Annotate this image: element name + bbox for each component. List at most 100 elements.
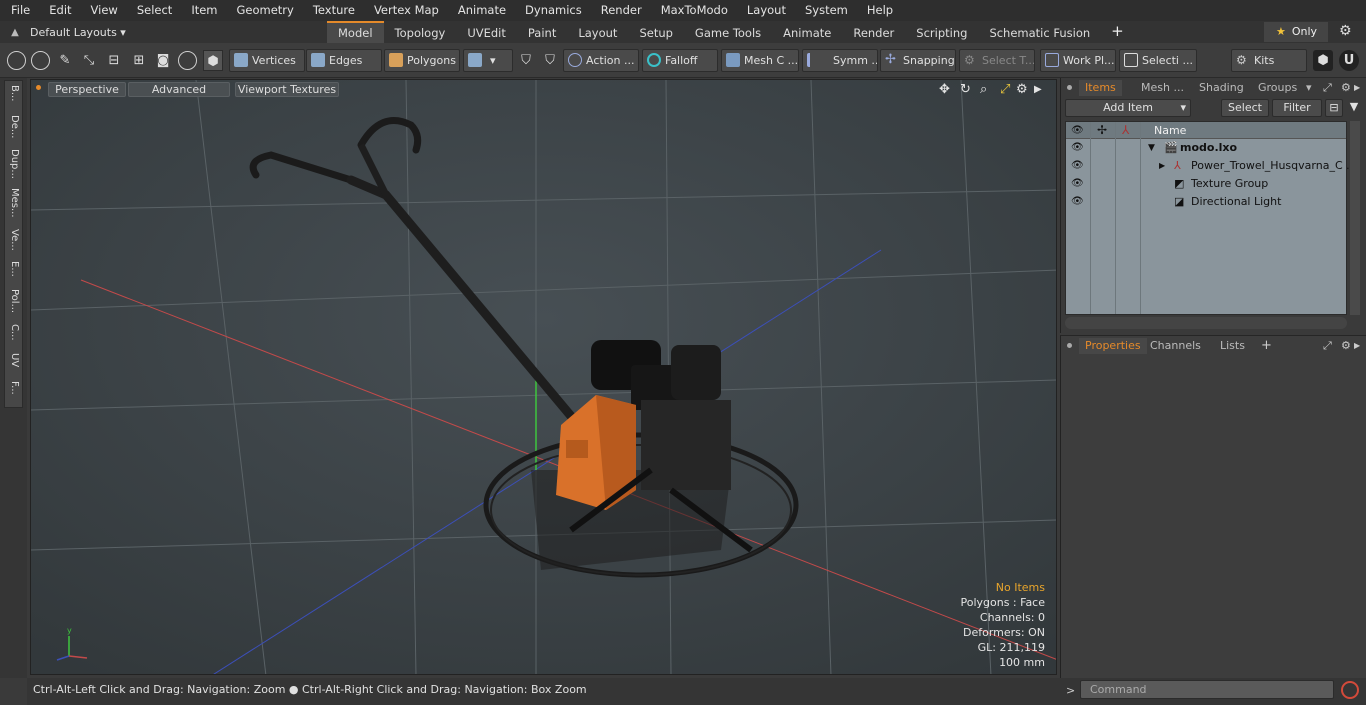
viewport-textures-dropdown[interactable]: Viewport Textures	[235, 82, 339, 97]
maximize-view-icon[interactable]: ⤢	[1000, 82, 1010, 97]
vertices-button[interactable]: Vertices	[229, 49, 305, 72]
viewport-more-icon[interactable]: ▶	[1034, 84, 1042, 95]
tab-shading[interactable]: Shading	[1199, 80, 1244, 96]
menu-view[interactable]: View	[80, 0, 126, 21]
brush-icon[interactable]: ⤡	[79, 50, 99, 71]
visibility-eye-icon[interactable]: 👁	[1071, 197, 1084, 207]
perspective-dropdown[interactable]: Perspective	[48, 82, 126, 97]
add-tab-icon[interactable]: +	[1101, 21, 1134, 43]
tab-items[interactable]: Items	[1079, 80, 1122, 96]
mesh-constraint-button[interactable]: Mesh C ...	[721, 49, 799, 72]
advanced-dropdown[interactable]: Advanced	[128, 82, 230, 97]
left-tab-polygon[interactable]: Pol...	[8, 289, 20, 313]
panel-gear-icon[interactable]: ⚙	[1341, 338, 1351, 354]
menu-render[interactable]: Render	[590, 0, 650, 21]
center-icon[interactable]: ⊞	[129, 50, 149, 71]
globe-icon[interactable]	[31, 51, 50, 70]
select-through-button[interactable]: ⚙ Select T...	[959, 49, 1035, 72]
add-item-button[interactable]: Add Item ▾	[1065, 99, 1191, 117]
kits-button[interactable]: ⚙ Kits	[1231, 49, 1307, 72]
tab-lists[interactable]: Lists	[1220, 338, 1245, 354]
menu-geometry[interactable]: Geometry	[226, 0, 302, 21]
tab-topology[interactable]: Topology	[384, 21, 457, 43]
tab-model[interactable]: Model	[327, 21, 384, 43]
visibility-eye-icon[interactable]: 👁	[1071, 161, 1084, 171]
collapsed-arrow-icon[interactable]: ▶	[1159, 157, 1165, 175]
menu-layout[interactable]: Layout	[736, 0, 794, 21]
select-circle-icon[interactable]	[7, 51, 26, 70]
cube-mode-icon[interactable]: ⬢	[203, 50, 223, 71]
tab-layout[interactable]: Layout	[567, 21, 628, 43]
panel-more-icon[interactable]: ▶	[1354, 338, 1360, 354]
locator-header-icon[interactable]: ⅄	[1122, 123, 1129, 137]
symmetry-button[interactable]: Symm ...	[802, 49, 878, 72]
pen-icon[interactable]: ✎	[55, 50, 75, 71]
zoom-view-icon[interactable]: ⌕	[980, 82, 987, 97]
command-input[interactable]: Command	[1080, 680, 1334, 699]
tab-mesh[interactable]: Mesh ...	[1141, 80, 1184, 96]
rotate-view-icon[interactable]: ↻	[960, 82, 971, 97]
panel-gear-icon[interactable]: ⚙	[1341, 80, 1351, 96]
items-horizontal-scrollbar[interactable]	[1065, 317, 1347, 329]
visibility-eye-icon[interactable]: 👁	[1071, 179, 1084, 189]
menu-file[interactable]: File	[0, 0, 38, 21]
snapping-button[interactable]: ✢ Snapping	[880, 49, 956, 72]
tab-properties[interactable]: Properties	[1079, 338, 1147, 354]
select-button[interactable]: Select	[1221, 99, 1269, 117]
funnel-icon[interactable]: ▼	[1345, 99, 1363, 117]
tab-groups[interactable]: Groups	[1258, 80, 1297, 96]
menu-edit[interactable]: Edit	[38, 0, 79, 21]
left-tab-curve[interactable]: C...	[8, 324, 20, 341]
item-mode-dropdown[interactable]: ▾	[463, 49, 513, 72]
visibility-header-icon[interactable]: 👁	[1071, 125, 1084, 136]
list-item[interactable]: 👁 ◪ Directional Light	[1066, 193, 1346, 211]
3d-viewport[interactable]: y Perspective Advanced Viewport Textures…	[30, 79, 1057, 675]
align-icon[interactable]: ⊟	[104, 50, 124, 71]
panel-dot-icon[interactable]	[1067, 85, 1072, 90]
panel-expand-icon[interactable]: ⤢	[1323, 338, 1332, 354]
name-column-header[interactable]: Name	[1154, 124, 1186, 137]
menu-system[interactable]: System	[794, 0, 856, 21]
symmetry-shield-icon[interactable]: ⛉	[516, 50, 536, 71]
list-item[interactable]: 👁 ◩ Texture Group	[1066, 175, 1346, 193]
menu-vertex-map[interactable]: Vertex Map	[363, 0, 447, 21]
move-view-icon[interactable]: ✥	[939, 82, 950, 97]
menu-dynamics[interactable]: Dynamics	[514, 0, 590, 21]
collapse-up-icon[interactable]: ▲	[0, 27, 30, 38]
only-toggle[interactable]: ★ Only	[1264, 22, 1328, 42]
tab-setup[interactable]: Setup	[628, 21, 683, 43]
menu-item[interactable]: Item	[180, 0, 225, 21]
action-center-button[interactable]: Action ...	[563, 49, 639, 72]
gear-icon[interactable]: ⚙	[1339, 23, 1352, 39]
sphere-icon[interactable]	[178, 51, 197, 70]
menu-maxtomodo[interactable]: MaxToModo	[650, 0, 736, 21]
viewport-dot-icon[interactable]	[36, 85, 41, 90]
left-tab-duplicate[interactable]: Dup...	[8, 149, 20, 179]
tab-paint[interactable]: Paint	[517, 21, 567, 43]
tab-animate[interactable]: Animate	[772, 21, 842, 43]
filter-button[interactable]: Filter	[1272, 99, 1322, 117]
shield-icon[interactable]: ⛉	[540, 50, 560, 71]
viewport-settings-icon[interactable]: ⚙	[1016, 82, 1028, 97]
visibility-eye-icon[interactable]: 👁	[1071, 143, 1084, 153]
expand-arrow-icon[interactable]: ▼	[1148, 139, 1155, 157]
command-arrow-icon[interactable]: >	[1066, 684, 1075, 697]
tab-render[interactable]: Render	[842, 21, 905, 43]
polygons-button[interactable]: Polygons	[384, 49, 460, 72]
unreal-icon[interactable]: U	[1339, 50, 1359, 71]
default-layouts-dropdown[interactable]: Default Layouts ▾	[30, 26, 130, 39]
menu-animate[interactable]: Animate	[447, 0, 514, 21]
edges-button[interactable]: Edges	[306, 49, 382, 72]
tab-channels[interactable]: Channels	[1150, 338, 1201, 354]
add-panel-tab-icon[interactable]: +	[1261, 338, 1272, 354]
left-tab-vertex[interactable]: Ve...	[8, 229, 20, 251]
tab-game-tools[interactable]: Game Tools	[684, 21, 772, 43]
menu-select[interactable]: Select	[126, 0, 180, 21]
panel-menu-icon[interactable]: ▾	[1306, 80, 1312, 96]
selection-sets-button[interactable]: Selecti ...	[1119, 49, 1197, 72]
panel-dot-icon[interactable]	[1067, 343, 1072, 348]
left-tab-fusion[interactable]: F...	[8, 381, 20, 395]
tab-schematic-fusion[interactable]: Schematic Fusion	[978, 21, 1101, 43]
lock-header-icon[interactable]: ✢	[1097, 123, 1107, 137]
list-item[interactable]: 👁 ▼ 🎬 modo.lxo	[1066, 139, 1346, 157]
